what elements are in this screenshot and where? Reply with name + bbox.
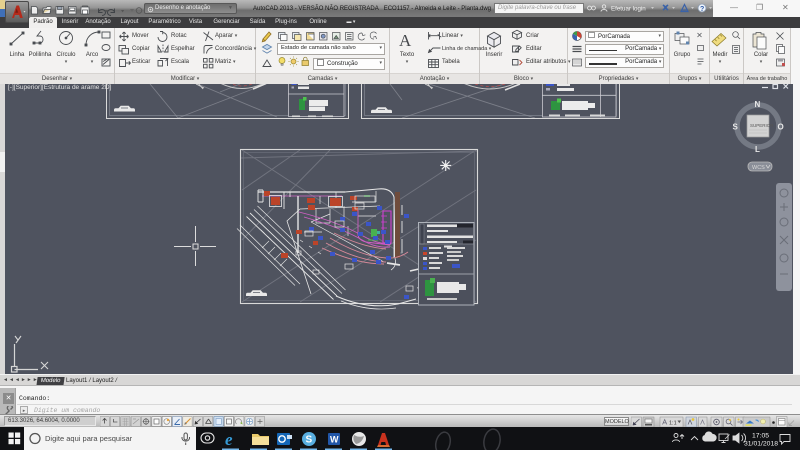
svg-text:N: N <box>755 100 761 109</box>
svg-text:1:1: 1:1 <box>669 421 677 427</box>
svg-text:e: e <box>225 430 233 449</box>
svg-text:17:05: 17:05 <box>752 433 769 440</box>
svg-text:W: W <box>330 435 339 445</box>
svg-text:S: S <box>306 435 313 446</box>
svg-text:WCS: WCS <box>752 165 765 171</box>
svg-text:Digite aqui para pesquisar: Digite aqui para pesquisar <box>45 434 133 443</box>
svg-text:Efetuar login: Efetuar login <box>611 6 646 13</box>
svg-text:A: A <box>399 31 412 50</box>
svg-text:S: S <box>733 123 739 132</box>
svg-text:?: ? <box>700 6 704 13</box>
svg-text:O: O <box>778 123 784 132</box>
svg-text:L: L <box>755 145 760 154</box>
svg-text:SUPERIOR: SUPERIOR <box>750 123 774 128</box>
svg-text:31/01/2018: 31/01/2018 <box>744 441 778 448</box>
